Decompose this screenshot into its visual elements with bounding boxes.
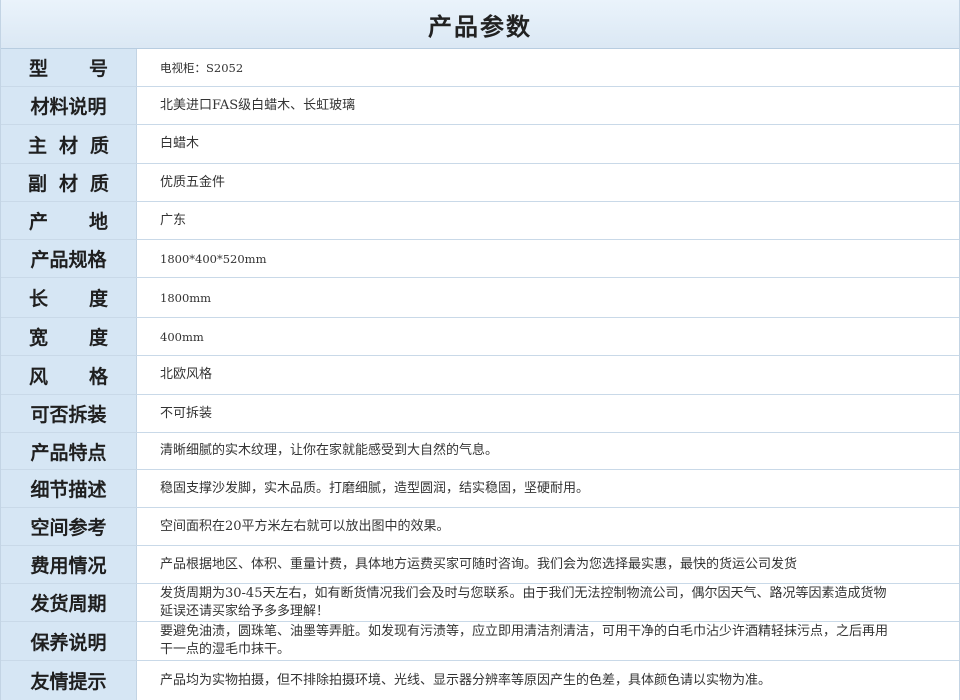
param-value: 白蜡木 xyxy=(160,136,200,151)
param-label: 产品规格 xyxy=(1,240,137,277)
param-row-main-material: 主材质 白蜡木 xyxy=(1,125,959,164)
param-label-char: 号 xyxy=(88,58,108,80)
param-label: 长度 xyxy=(1,278,137,317)
param-row-width: 宽度 400mm xyxy=(1,318,959,356)
param-row-material-desc: 材料说明 北美进口FAS级白蜡木、长虹玻璃 xyxy=(1,87,959,125)
param-row-spec: 产品规格 1800*400*520mm xyxy=(1,240,959,278)
param-value: 不可拆装 xyxy=(160,405,213,421)
param-label-char: 度 xyxy=(88,288,108,310)
param-label: 产地 xyxy=(1,202,137,239)
param-label-char: 型 xyxy=(29,58,49,80)
param-label: 友情提示 xyxy=(1,661,137,700)
param-label: 保养说明 xyxy=(1,622,137,660)
param-value: 电视柜：S2052 xyxy=(160,60,244,75)
param-value: 1800mm xyxy=(160,290,212,305)
param-value: 北美进口FAS级白蜡木、长虹玻璃 xyxy=(160,97,356,113)
param-label: 主材质 xyxy=(1,125,137,163)
param-row-tips: 友情提示 产品均为实物拍摄，但不排除拍摄环境、光线、显示器分辨率等原因产生的色差… xyxy=(1,661,959,700)
param-value: 1800*400*520mm xyxy=(160,251,267,266)
param-row-style: 风格 北欧风格 xyxy=(1,356,959,395)
page-title: 产品参数 xyxy=(1,0,959,49)
param-row-details: 细节描述 稳固支撑沙发脚，实木品质。打磨细腻，造型圆润，结实稳固，坚硬耐用。 xyxy=(1,470,959,508)
param-value: 稳固支撑沙发脚，实木品质。打磨细腻，造型圆润，结实稳固，坚硬耐用。 xyxy=(160,480,590,496)
param-value: 产品根据地区、体积、重量计费，具体地方运费买家可随时咨询。我们会为您选择最实惠，… xyxy=(160,556,798,572)
param-label-char: 地 xyxy=(88,211,108,233)
param-label-char: 产 xyxy=(29,211,49,233)
param-label: 风格 xyxy=(1,356,137,394)
param-row-detachable: 可否拆装 不可拆装 xyxy=(1,395,959,433)
param-value: 优质五金件 xyxy=(160,174,226,190)
param-label: 发货周期 xyxy=(1,584,137,621)
param-value: 广东 xyxy=(160,212,187,228)
param-label-char: 长 xyxy=(29,288,49,310)
param-row-maintenance: 保养说明 要避免油渍，圆珠笔、油墨等弄脏。如发现有污渍等，应立即用清洁剂清洁，可… xyxy=(1,622,959,661)
param-label-char: 度 xyxy=(88,327,108,349)
param-value: 发货周期为30-45天左右，如有断货情况我们会及时与您联系。由于我们无法控制物流… xyxy=(160,585,887,619)
param-label: 细节描述 xyxy=(1,470,137,507)
param-row-features: 产品特点 清晰细腻的实木纹理，让你在家就能感受到大自然的气息。 xyxy=(1,433,959,470)
product-parameters-table: 产品参数 型号 电视柜：S2052 材料说明 北美进口FAS级白蜡木、长虹玻璃 … xyxy=(0,0,960,700)
param-row-origin: 产地 广东 xyxy=(1,202,959,240)
param-label-char: 风 xyxy=(29,365,49,388)
param-value: 空间面积在20平方米左右就可以放出图中的效果。 xyxy=(160,518,450,534)
param-value: 要避免油渍，圆珠笔、油墨等弄脏。如发现有污渍等，应立即用清洁剂清洁，可用干净的白… xyxy=(160,624,889,657)
param-label: 副材质 xyxy=(1,164,137,201)
param-value: 北欧风格 xyxy=(160,367,213,382)
param-row-shipping-cycle: 发货周期 发货周期为30-45天左右，如有断货情况我们会及时与您联系。由于我们无… xyxy=(1,584,959,622)
param-row-model: 型号 电视柜：S2052 xyxy=(1,49,959,87)
param-label-char: 宽 xyxy=(29,327,49,349)
param-label: 可否拆装 xyxy=(1,395,137,432)
param-label: 费用情况 xyxy=(1,546,137,583)
param-value: 产品均为实物拍摄，但不排除拍摄环境、光线、显示器分辨率等原因产生的色差，具体颜色… xyxy=(160,672,772,688)
param-row-cost: 费用情况 产品根据地区、体积、重量计费，具体地方运费买家可随时咨询。我们会为您选… xyxy=(1,546,959,584)
param-value: 400mm xyxy=(160,329,204,344)
param-row-sub-material: 副材质 优质五金件 xyxy=(1,164,959,202)
param-value: 清晰细腻的实木纹理，让你在家就能感受到大自然的气息。 xyxy=(160,443,499,458)
param-label: 型号 xyxy=(1,49,137,86)
param-row-length: 长度 1800mm xyxy=(1,278,959,318)
param-label: 空间参考 xyxy=(1,508,137,545)
param-row-space: 空间参考 空间面积在20平方米左右就可以放出图中的效果。 xyxy=(1,508,959,546)
param-label: 宽度 xyxy=(1,318,137,355)
param-label-char: 格 xyxy=(88,365,108,388)
param-label: 材料说明 xyxy=(1,87,137,124)
param-label: 产品特点 xyxy=(1,433,137,469)
